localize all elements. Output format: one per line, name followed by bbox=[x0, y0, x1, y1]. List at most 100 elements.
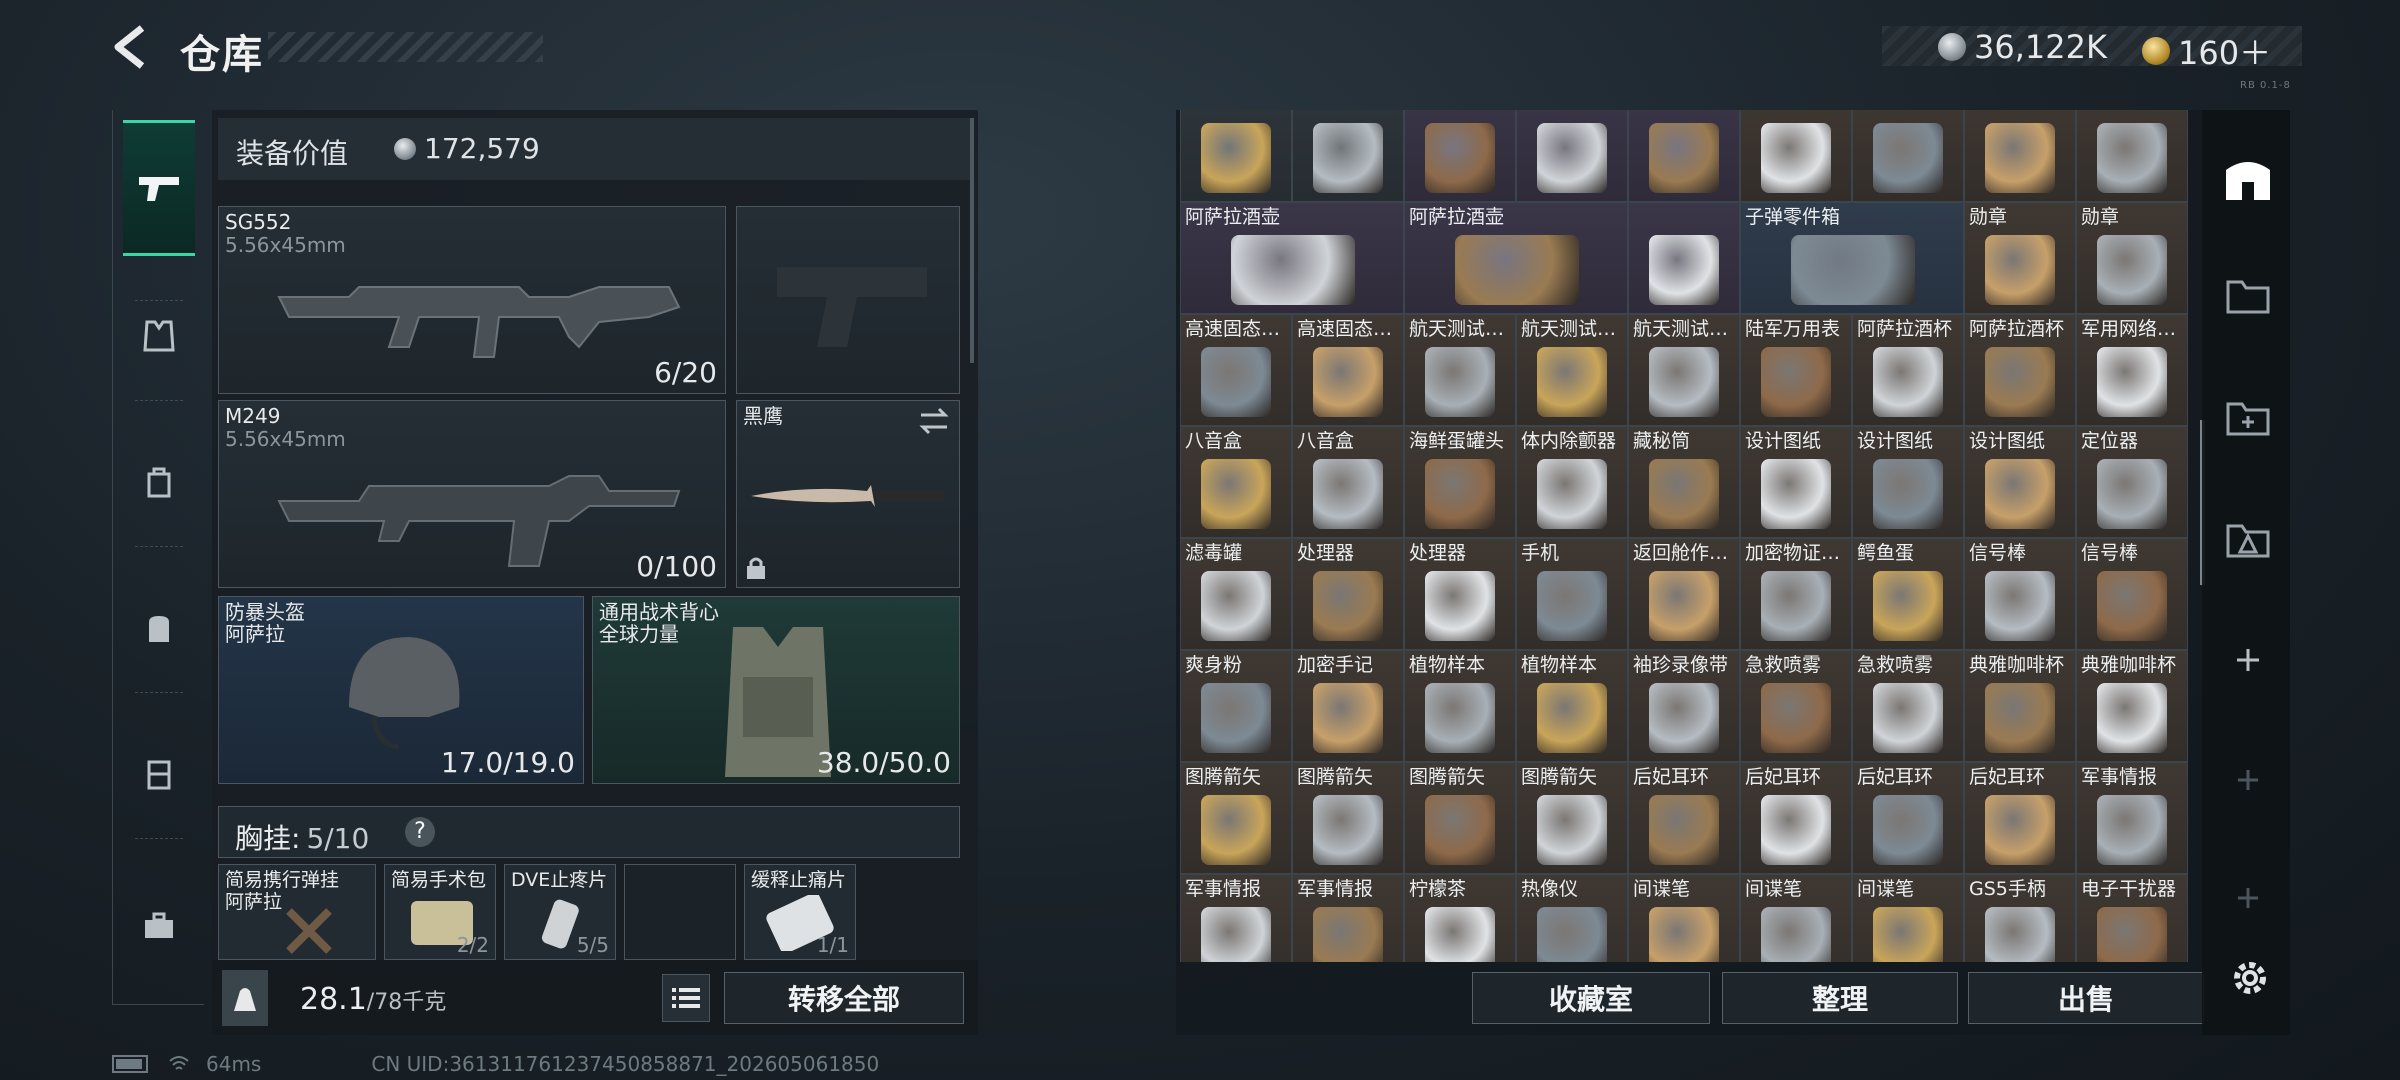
stash-item-cell[interactable]: 处理器 bbox=[1404, 538, 1516, 650]
stash-item-cell[interactable]: 急救喷雾 bbox=[1740, 650, 1852, 762]
helmet-slot[interactable]: 防暴头盔 阿萨拉 17.0/19.0 bbox=[218, 596, 584, 784]
help-button[interactable]: ? bbox=[405, 817, 435, 847]
stash-item-cell[interactable]: 设计图纸 bbox=[1740, 426, 1852, 538]
stash-item-cell[interactable]: 设计图纸 bbox=[1852, 426, 1964, 538]
stash-grid[interactable]: 阿萨拉酒壶 阿萨拉酒壶 子弹零件箱 勋章 勋章 高速固态… 高速固态… 航天测试… 航天测试… 航… bbox=[1180, 110, 2192, 962]
sell-button[interactable]: 出售 bbox=[1968, 972, 2204, 1024]
stash-page-tab-add-medical[interactable] bbox=[2220, 388, 2276, 444]
stash-item-cell[interactable]: 体内除颤器 bbox=[1516, 426, 1628, 538]
rig-item-slot[interactable]: 简易携行弹挂 阿萨拉 bbox=[218, 864, 376, 960]
stash-page-tab-4[interactable] bbox=[2220, 266, 2276, 322]
stash-item-cell[interactable]: 柠檬茶 bbox=[1404, 874, 1516, 962]
silver-currency[interactable]: 36,122K bbox=[1938, 28, 2107, 66]
stash-item-cell[interactable]: 后妃耳环 bbox=[1628, 762, 1740, 874]
stash-item-cell[interactable]: 图腾箭矢 bbox=[1292, 762, 1404, 874]
stash-item-cell[interactable]: 间谍笔 bbox=[1628, 874, 1740, 962]
sidearm-slot[interactable] bbox=[736, 206, 960, 394]
stash-item-cell[interactable]: 军用网络… bbox=[2076, 314, 2188, 426]
tab-weapons[interactable] bbox=[123, 120, 195, 256]
back-button[interactable] bbox=[108, 22, 158, 72]
collection-room-button[interactable]: 收藏室 bbox=[1472, 972, 1710, 1024]
stash-item-cell[interactable]: 阿萨拉酒壶 bbox=[1404, 202, 1628, 314]
melee-slot[interactable]: 黑鹰 bbox=[736, 400, 960, 588]
stash-item-cell[interactable]: 陆军万用表 bbox=[1740, 314, 1852, 426]
stash-item-cell[interactable]: 图腾箭矢 bbox=[1516, 762, 1628, 874]
add-stash-page-button[interactable] bbox=[2220, 632, 2276, 688]
stash-item-cell[interactable]: 军事情报 bbox=[1292, 874, 1404, 962]
stash-item-cell[interactable]: 处理器 bbox=[1292, 538, 1404, 650]
primary-weapon-slot-1[interactable]: SG552 5.56x45mm 6/20 bbox=[218, 206, 726, 394]
stash-item-cell[interactable] bbox=[1740, 110, 1852, 202]
stash-item-cell[interactable]: 间谍笔 bbox=[1740, 874, 1852, 962]
stash-item-cell[interactable]: 间谍笔 bbox=[1852, 874, 1964, 962]
list-view-button[interactable] bbox=[662, 974, 710, 1022]
stash-item-cell[interactable]: 图腾箭矢 bbox=[1404, 762, 1516, 874]
stash-item-cell[interactable] bbox=[1964, 110, 2076, 202]
stash-item-cell[interactable]: 勋章 bbox=[2076, 202, 2188, 314]
stash-item-cell[interactable]: 八音盒 bbox=[1292, 426, 1404, 538]
stash-item-cell[interactable]: 加密手记 bbox=[1292, 650, 1404, 762]
stash-item-cell[interactable]: 电子干扰器 bbox=[2076, 874, 2188, 962]
stash-item-cell[interactable]: 袖珍录像带 bbox=[1628, 650, 1740, 762]
stash-item-cell[interactable]: 军事情报 bbox=[1180, 874, 1292, 962]
tab-armor[interactable] bbox=[123, 300, 195, 372]
stash-item-cell[interactable]: 植物样本 bbox=[1404, 650, 1516, 762]
stash-item-cell[interactable]: 后妃耳环 bbox=[1852, 762, 1964, 874]
rig-item-slot-empty[interactable] bbox=[624, 864, 736, 960]
stash-item-cell[interactable]: 定位器 bbox=[2076, 426, 2188, 538]
stash-item-cell[interactable]: 手机 bbox=[1516, 538, 1628, 650]
stash-item-cell[interactable] bbox=[1180, 110, 1292, 202]
stash-item-cell[interactable]: 返回舱作… bbox=[1628, 538, 1740, 650]
stash-page-tab-hazard[interactable] bbox=[2220, 510, 2276, 566]
stash-item-cell[interactable]: 信号棒 bbox=[1964, 538, 2076, 650]
stash-item-cell[interactable]: 植物样本 bbox=[1516, 650, 1628, 762]
stash-item-cell[interactable]: 军事情报 bbox=[2076, 762, 2188, 874]
gold-currency[interactable]: 160＋ bbox=[2142, 28, 2271, 74]
rig-item-slot[interactable]: DVE止疼片 5/5 bbox=[504, 864, 616, 960]
transfer-all-button[interactable]: 转移全部 bbox=[724, 972, 964, 1024]
stash-item-cell[interactable]: 子弹零件箱 bbox=[1740, 202, 1964, 314]
stash-item-cell[interactable] bbox=[1852, 110, 1964, 202]
stash-item-cell[interactable]: 鳄鱼蛋 bbox=[1852, 538, 1964, 650]
stash-item-cell[interactable]: 滤毒罐 bbox=[1180, 538, 1292, 650]
tab-backpack[interactable] bbox=[123, 592, 195, 664]
rig-item-slot[interactable]: 缓释止痛片 1/1 bbox=[744, 864, 856, 960]
swap-icon[interactable] bbox=[917, 407, 951, 435]
vest-slot[interactable]: 通用战术背心 全球力量 38.0/50.0 bbox=[592, 596, 960, 784]
stash-item-cell[interactable]: 高速固态… bbox=[1292, 314, 1404, 426]
stash-item-cell[interactable]: 热像仪 bbox=[1516, 874, 1628, 962]
stash-item-cell[interactable]: 设计图纸 bbox=[1964, 426, 2076, 538]
stash-item-cell[interactable] bbox=[1628, 202, 1740, 314]
settings-gear-icon[interactable] bbox=[2222, 950, 2278, 1006]
stash-item-cell[interactable]: 阿萨拉酒杯 bbox=[1852, 314, 1964, 426]
tab-toolbox[interactable] bbox=[123, 890, 195, 962]
tab-helmet[interactable] bbox=[123, 446, 195, 518]
stash-item-cell[interactable] bbox=[1404, 110, 1516, 202]
stash-main-tab[interactable] bbox=[2220, 150, 2276, 206]
stash-item-cell[interactable] bbox=[1516, 110, 1628, 202]
sort-button[interactable]: 整理 bbox=[1722, 972, 1958, 1024]
stash-item-cell[interactable]: 加密物证… bbox=[1740, 538, 1852, 650]
stash-item-cell[interactable]: 阿萨拉酒杯 bbox=[1964, 314, 2076, 426]
stash-item-cell[interactable]: 八音盒 bbox=[1180, 426, 1292, 538]
stash-item-cell[interactable]: GS5手柄 bbox=[1964, 874, 2076, 962]
equipment-scrollbar[interactable] bbox=[970, 118, 974, 363]
stash-item-cell[interactable]: 勋章 bbox=[1964, 202, 2076, 314]
tab-case[interactable] bbox=[123, 738, 195, 810]
stash-item-cell[interactable]: 高速固态… bbox=[1180, 314, 1292, 426]
stash-item-cell[interactable]: 后妃耳环 bbox=[1740, 762, 1852, 874]
stash-item-cell[interactable]: 典雅咖啡杯 bbox=[2076, 650, 2188, 762]
stash-item-cell[interactable]: 航天测试… bbox=[1404, 314, 1516, 426]
stash-item-cell[interactable]: 航天测试… bbox=[1628, 314, 1740, 426]
stash-item-cell[interactable]: 信号棒 bbox=[2076, 538, 2188, 650]
stash-item-cell[interactable]: 后妃耳环 bbox=[1964, 762, 2076, 874]
stash-item-cell[interactable]: 图腾箭矢 bbox=[1180, 762, 1292, 874]
stash-item-cell[interactable] bbox=[2076, 110, 2188, 202]
stash-item-cell[interactable] bbox=[1292, 110, 1404, 202]
stash-item-cell[interactable]: 藏秘筒 bbox=[1628, 426, 1740, 538]
stash-item-cell[interactable]: 爽身粉 bbox=[1180, 650, 1292, 762]
primary-weapon-slot-2[interactable]: M249 5.56x45mm 0/100 bbox=[218, 400, 726, 588]
stash-item-cell[interactable]: 阿萨拉酒壶 bbox=[1180, 202, 1404, 314]
stash-item-cell[interactable]: 海鲜蛋罐头 bbox=[1404, 426, 1516, 538]
stash-item-cell[interactable]: 急救喷雾 bbox=[1852, 650, 1964, 762]
